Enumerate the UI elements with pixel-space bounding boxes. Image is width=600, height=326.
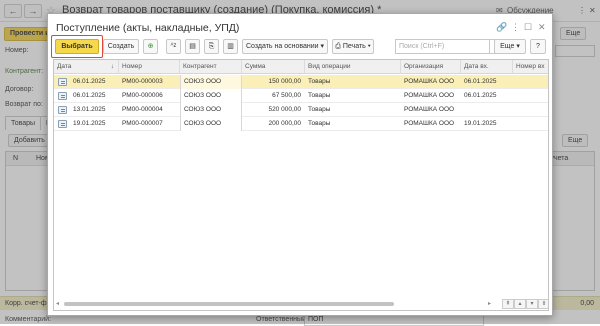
close-icon[interactable]: ✕ <box>538 22 546 33</box>
document-icon <box>58 78 67 86</box>
cell-in-number <box>513 89 548 103</box>
cell-in-date: 06.01.2025 <box>464 92 497 99</box>
col-date-label: Дата <box>57 63 72 70</box>
documents-grid[interactable]: Дата ↓ Номер Контрагент Сумма Вид операци… <box>53 59 549 311</box>
chevron-down-icon: ▾ <box>367 43 371 50</box>
scroll-top-icon[interactable]: ⇞ <box>502 299 514 309</box>
cell-number: РМ00-000007 <box>122 120 163 127</box>
col-in-number[interactable]: Номер вх <box>513 60 548 74</box>
sort-down-icon: ↓ <box>110 63 114 70</box>
copy-icon[interactable]: ⊕ <box>143 39 158 54</box>
cell-org: РОМАШКА ООО <box>404 120 455 127</box>
more-button[interactable]: Еще ▾ <box>494 39 526 54</box>
search-input[interactable]: Поиск (Ctrl+F) <box>395 39 490 54</box>
create-button[interactable]: Создать <box>103 39 139 54</box>
cell-counterparty: СОЮЗ ООО <box>180 75 242 89</box>
cell-date: 13.01.2025 <box>73 106 106 113</box>
table-row[interactable]: 13.01.2025 РМ00-000004 СОЮЗ ООО 520 000,00 Т… <box>54 103 548 117</box>
document-icon <box>58 120 67 128</box>
cell-in-date <box>461 103 513 117</box>
document-icon[interactable]: ▤ <box>185 39 200 54</box>
chevron-down-icon: ▾ <box>320 43 325 50</box>
cell-sum: 67 500,00 <box>272 92 301 99</box>
cell-date: 19.01.2025 <box>73 120 106 127</box>
scroll-down-icon[interactable]: ▾ <box>526 299 538 309</box>
more-menu-icon[interactable]: ⋮ <box>511 22 520 33</box>
print-label: Печать <box>342 43 366 50</box>
document-icon <box>58 106 67 114</box>
document-icon <box>58 92 67 100</box>
cell-sum: 150 000,00 <box>268 78 301 85</box>
cell-counterparty: СОЮЗ ООО <box>180 89 242 103</box>
cell-counterparty: СОЮЗ ООО <box>180 117 242 131</box>
scroll-bottom-icon[interactable]: ⇟ <box>538 299 548 309</box>
cell-number: РМ00-000004 <box>122 106 163 113</box>
date-filter-icon[interactable]: ᴬz <box>166 39 181 54</box>
scroll-left-icon[interactable]: ◂ <box>56 300 59 307</box>
cell-operation: Товары <box>308 120 331 127</box>
chevron-down-icon: ▾ <box>516 43 520 50</box>
cell-org: РОМАШКА ООО <box>404 106 455 113</box>
cell-operation: Товары <box>308 92 331 99</box>
horizontal-scrollbar[interactable]: ◂ ▸ <box>56 300 496 308</box>
grid-header: Дата ↓ Номер Контрагент Сумма Вид операци… <box>54 60 548 74</box>
cell-number: РМ00-000003 <box>122 78 163 85</box>
link-icon[interactable]: 🔗 <box>496 22 507 33</box>
scrollbar-thumb[interactable] <box>64 302 394 306</box>
dialog-title: Поступление (акты, накладные, УПД) <box>56 22 240 34</box>
attachment-icon[interactable]: ⎘ <box>204 39 219 54</box>
cell-sum: 200 000,00 <box>268 120 301 127</box>
cell-operation: Товары <box>308 78 331 85</box>
table-row[interactable]: 19.01.2025 РМ00-000007 СОЮЗ ООО 200 000,00 Т… <box>54 117 548 131</box>
table-row[interactable]: 06.01.2025 РМ00-000006 СОЮЗ ООО 67 500,00 То… <box>54 89 548 103</box>
col-date[interactable]: Дата ↓ <box>54 60 119 74</box>
maximize-icon[interactable]: ☐ <box>524 22 532 33</box>
print-button[interactable]: ⎙ Печать ▾ <box>332 39 374 54</box>
cell-number: РМ00-000006 <box>122 92 163 99</box>
col-operation[interactable]: Вид операции <box>305 60 401 74</box>
cell-sum: 520 000,00 <box>268 106 301 113</box>
scroll-right-icon[interactable]: ▸ <box>488 300 491 307</box>
select-button[interactable]: Выбрать <box>55 39 99 54</box>
cell-org: РОМАШКА ООО <box>404 78 455 85</box>
col-number[interactable]: Номер <box>119 60 180 74</box>
cell-in-number <box>513 117 548 131</box>
print-icon: ⎙ <box>335 43 341 50</box>
cell-in-date: 19.01.2025 <box>464 120 497 127</box>
col-organization[interactable]: Организация <box>401 60 461 74</box>
cell-in-number <box>513 75 548 89</box>
cell-operation: Товары <box>308 106 331 113</box>
scroll-up-icon[interactable]: ▴ <box>514 299 526 309</box>
more-label: Еще <box>500 43 515 50</box>
cell-counterparty: СОЮЗ ООО <box>180 103 242 117</box>
cell-in-number <box>513 103 548 117</box>
report-icon[interactable]: ▥ <box>223 39 238 54</box>
cell-date: 06.01.2025 <box>73 92 106 99</box>
cell-date: 06.01.2025 <box>73 78 106 85</box>
col-in-date[interactable]: Дата вх. <box>461 60 513 74</box>
col-counterparty[interactable]: Контрагент <box>180 60 242 74</box>
cell-in-date: 06.01.2025 <box>464 78 497 85</box>
selection-dialog: Поступление (акты, накладные, УПД) 🔗 ⋮ ☐… <box>47 13 553 316</box>
create-based-on-button[interactable]: Создать на основании ▾ <box>242 39 328 54</box>
create-based-on-label: Создать на основании <box>245 43 319 50</box>
help-button[interactable]: ? <box>530 39 546 54</box>
table-row[interactable]: 06.01.2025 РМ00-000003 СОЮЗ ООО 150 000,00 Т… <box>54 75 548 89</box>
cell-org: РОМАШКА ООО <box>404 92 455 99</box>
col-sum[interactable]: Сумма <box>242 60 305 74</box>
